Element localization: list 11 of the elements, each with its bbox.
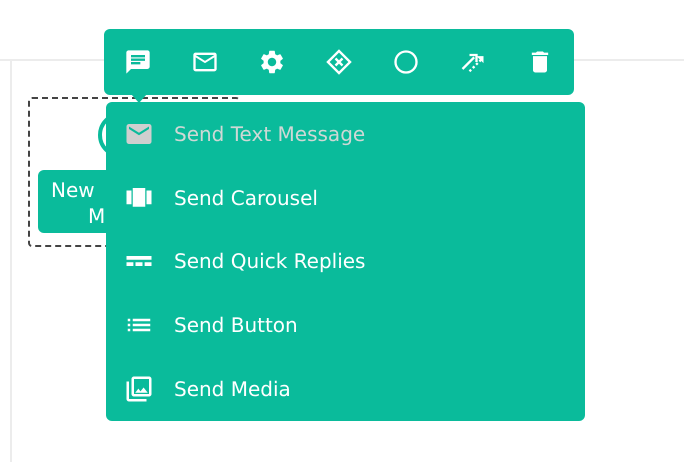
label-text: New <box>51 178 95 202</box>
image-stack-icon <box>124 374 154 404</box>
diamond-x-icon[interactable] <box>325 48 353 76</box>
settings-icon[interactable] <box>258 48 286 76</box>
label-text: M <box>88 204 106 228</box>
menu-item[interactable]: Send Media <box>106 357 585 421</box>
chat-icon[interactable] <box>124 48 152 76</box>
circle-icon[interactable] <box>392 48 420 76</box>
menu-item[interactable]: Send Carousel <box>106 166 585 230</box>
menu-item[interactable]: Send Button <box>106 293 585 358</box>
menu-item[interactable]: Send Quick Replies <box>106 230 585 294</box>
